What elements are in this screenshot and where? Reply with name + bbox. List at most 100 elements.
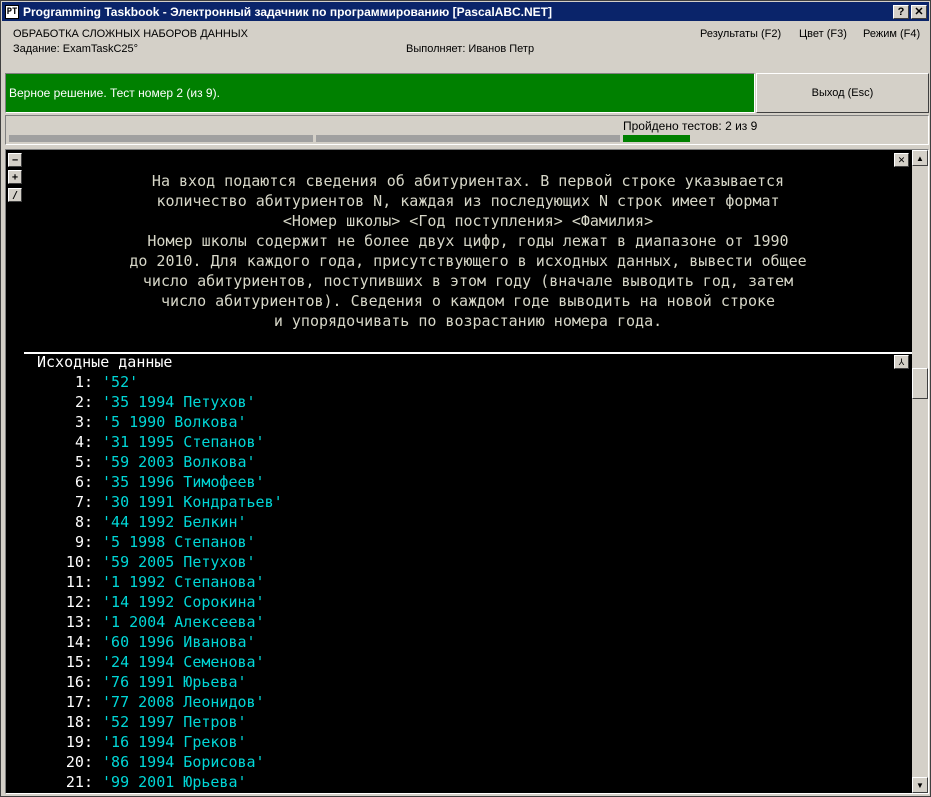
- title-bar: PT Programming Taskbook - Электронный за…: [2, 2, 929, 21]
- input-data-line: 15: '24 1994 Семенова': [37, 652, 283, 672]
- font-decrease-button[interactable]: −: [8, 153, 22, 167]
- input-data-line: 5: '59 2003 Волкова': [37, 452, 283, 472]
- line-number: 4:: [74, 433, 93, 451]
- line-value: '99 2001 Юрьева': [102, 773, 247, 791]
- line-number: 9:: [74, 533, 93, 551]
- status-row: Верное решение. Тест номер 2 (из 9). Вых…: [5, 73, 929, 113]
- line-value: '52': [102, 373, 139, 391]
- help-button[interactable]: ?: [893, 4, 909, 19]
- vertical-scrollbar[interactable]: ▲ ▼: [912, 150, 928, 793]
- input-data-line: 1: '52': [37, 372, 283, 392]
- input-data-line: 12: '14 1992 Сорокина': [37, 592, 283, 612]
- line-value: '59 2005 Петухов': [102, 553, 256, 571]
- line-number: 20:: [65, 753, 93, 771]
- input-data-line: 19: '16 1994 Греков': [37, 732, 283, 752]
- line-value: '1 1992 Степанова': [102, 573, 265, 591]
- description-line: На вход подаются сведения об абитуриента…: [151, 172, 785, 190]
- input-data-line: 14: '60 1996 Иванова': [37, 632, 283, 652]
- app-icon: PT: [5, 4, 19, 19]
- scroll-up-icon[interactable]: ▲: [912, 150, 928, 166]
- line-value: '14 1992 Сорокина': [102, 593, 265, 611]
- scroll-down-icon[interactable]: ▼: [912, 777, 928, 793]
- window-title: Programming Taskbook - Электронный задач…: [23, 4, 552, 19]
- input-data-line: 11: '1 1992 Степанова': [37, 572, 283, 592]
- exit-button[interactable]: Выход (Esc): [756, 73, 929, 113]
- input-data-line: 10: '59 2005 Петухов': [37, 552, 283, 572]
- collapse-icon[interactable]: ⅄: [894, 355, 909, 369]
- line-value: '76 1991 Юрьева': [102, 673, 247, 691]
- input-data-line: 9: '5 1998 Степанов': [37, 532, 283, 552]
- input-data-line: 21: '99 2001 Юрьева': [37, 772, 283, 792]
- line-number: 11:: [65, 573, 93, 591]
- line-value: '30 1991 Кондратьев': [102, 493, 283, 511]
- task-description: На вход подаются сведения об абитуриента…: [26, 171, 910, 331]
- input-data-line: 4: '31 1995 Степанов': [37, 432, 283, 452]
- progress-segment: [316, 135, 620, 142]
- line-value: '31 1995 Степанов': [102, 433, 265, 451]
- app-window: PT Programming Taskbook - Электронный за…: [0, 0, 931, 797]
- line-value: '1 2004 Алексеева': [102, 613, 265, 631]
- passed-tests-label: Пройдено тестов: 2 из 9: [623, 119, 758, 133]
- line-value: '35 1994 Петухов': [102, 393, 256, 411]
- color-menu[interactable]: Цвет (F3): [799, 28, 847, 40]
- progress-segment: [9, 135, 313, 142]
- input-data-line: 6: '35 1996 Тимофеев': [37, 472, 283, 492]
- line-value: '5 1998 Степанов': [102, 533, 256, 551]
- input-data-line: 3: '5 1990 Волкова': [37, 412, 283, 432]
- line-number: 3:: [74, 413, 93, 431]
- input-data-line: 13: '1 2004 Алексеева': [37, 612, 283, 632]
- font-increase-button[interactable]: +: [8, 170, 22, 184]
- line-number: 7:: [74, 493, 93, 511]
- line-number: 16:: [65, 673, 93, 691]
- input-data-line: 18: '52 1997 Петров': [37, 712, 283, 732]
- input-data-title: Исходные данные: [37, 353, 173, 371]
- input-data-line: 2: '35 1994 Петухов': [37, 392, 283, 412]
- task-label: Задание: ExamTaskC25°: [13, 43, 139, 55]
- close-button[interactable]: ✕: [911, 4, 927, 19]
- line-number: 18:: [65, 713, 93, 731]
- input-data-list: 1: '52' 2: '35 1994 Петухов' 3: '5 1990 Во…: [37, 372, 283, 792]
- status-message: Верное решение. Тест номер 2 (из 9).: [5, 73, 755, 113]
- description-line: до 2010. Для каждого года, присутствующе…: [129, 252, 807, 270]
- line-value: '60 1996 Иванова': [102, 633, 256, 651]
- description-line: и упорядочивать по возрастанию номера го…: [273, 312, 663, 330]
- task-console: − + / ✕ На вход подаются сведения об аби…: [5, 149, 929, 794]
- line-number: 19:: [65, 733, 93, 751]
- line-number: 8:: [74, 513, 93, 531]
- description-line: число абитуриентов). Сведения о каждом г…: [160, 292, 776, 310]
- description-line: Номер школы содержит не более двух цифр,…: [147, 232, 789, 250]
- input-data-line: 8: '44 1992 Белкин': [37, 512, 283, 532]
- line-value: '24 1994 Семенова': [102, 653, 265, 671]
- description-line: количество абитуриентов N, каждая из пос…: [156, 192, 780, 210]
- line-value: '35 1996 Тимофеев': [102, 473, 265, 491]
- line-number: 10:: [65, 553, 93, 571]
- mode-menu[interactable]: Режим (F4): [863, 28, 920, 40]
- test-progress: Пройдено тестов: 2 из 9: [5, 115, 929, 145]
- description-line: число абитуриентов, поступивших в этом г…: [142, 272, 794, 290]
- input-data-line: 20: '86 1994 Борисова': [37, 752, 283, 772]
- line-value: '16 1994 Греков': [102, 733, 247, 751]
- line-number: 17:: [65, 693, 93, 711]
- close-panel-icon[interactable]: ✕: [894, 153, 909, 167]
- line-number: 1:: [74, 373, 93, 391]
- input-data-line: 17: '77 2008 Леонидов': [37, 692, 283, 712]
- line-value: '77 2008 Леонидов': [102, 693, 265, 711]
- input-data-line: 16: '76 1991 Юрьева': [37, 672, 283, 692]
- progress-passed-bar: [623, 135, 690, 142]
- line-number: 13:: [65, 613, 93, 631]
- line-number: 12:: [65, 593, 93, 611]
- results-menu[interactable]: Результаты (F2): [700, 28, 781, 40]
- line-number: 21:: [65, 773, 93, 791]
- description-line: <Номер школы> <Год поступления> <Фамилия…: [282, 212, 654, 230]
- line-number: 15:: [65, 653, 93, 671]
- line-value: '59 2003 Волкова': [102, 453, 256, 471]
- line-value: '44 1992 Белкин': [102, 513, 247, 531]
- section-title: ОБРАБОТКА СЛОЖНЫХ НАБОРОВ ДАННЫХ: [13, 28, 248, 40]
- line-value: '52 1997 Петров': [102, 713, 247, 731]
- author-label: Выполняет: Иванов Петр: [406, 43, 535, 55]
- toggle-button[interactable]: /: [8, 188, 22, 202]
- scroll-thumb[interactable]: [912, 368, 928, 399]
- input-data-line: 7: '30 1991 Кондратьев': [37, 492, 283, 512]
- line-number: 6:: [74, 473, 93, 491]
- line-number: 14:: [65, 633, 93, 651]
